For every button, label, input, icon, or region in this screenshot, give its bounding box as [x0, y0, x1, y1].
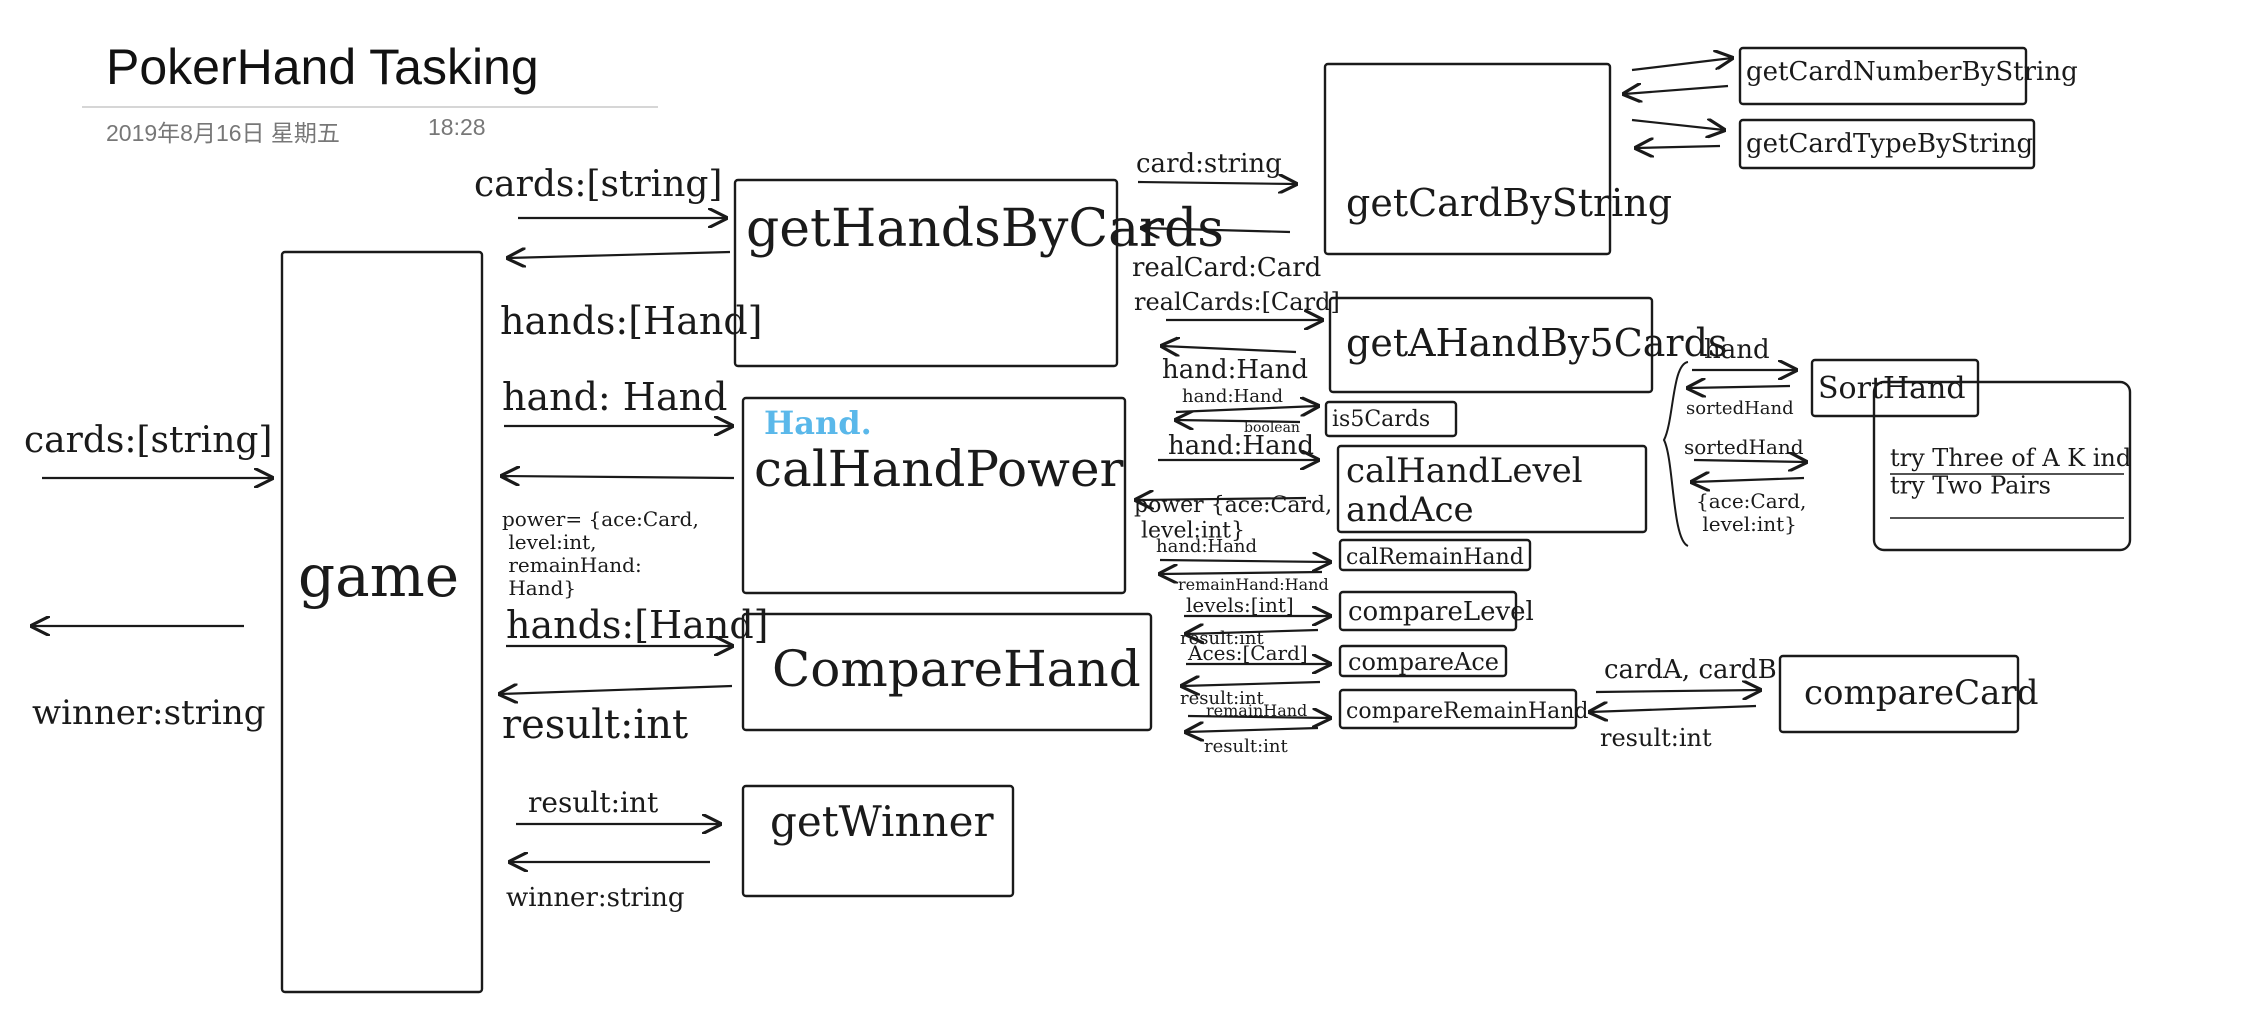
arrow-acelevel-from-try	[1692, 478, 1805, 482]
label-winner-from-gw: winner:string	[506, 883, 685, 913]
text-line: try Two Pairs	[1890, 472, 2051, 500]
arrow-sorted-from-sort	[1688, 386, 1791, 388]
arrow-result-from-ca	[1182, 682, 1321, 686]
arrow-remain-from-crh	[1160, 572, 1323, 574]
label-hands-to-ch: hands:[Hand]	[506, 603, 768, 647]
text-line: try Three of A K ind	[1890, 444, 2131, 472]
hand-annotation: Hand.	[764, 404, 872, 442]
arrow-from-gcnbs	[1624, 86, 1729, 94]
label-winner-out: winner:string	[32, 693, 266, 733]
label-power-from-chp: power= {ace:Card, level:int, remainHand:…	[502, 507, 699, 600]
label-result-to-gw: result:int	[528, 786, 659, 819]
get-winner-label: getWinner	[770, 797, 994, 846]
label-realcards-to-gah: realCards:[Card]	[1134, 288, 1340, 316]
label-aces-to-ca: Aces:[Card]	[1187, 641, 1308, 665]
text-line: level:int}	[1696, 512, 1797, 536]
is-5-cards-label: is5Cards	[1332, 407, 1430, 432]
arrow-to-gcnbs	[1631, 58, 1732, 72]
label-hands-from-ghbc: hands:[Hand]	[500, 299, 762, 343]
arrow-hand-from-gah	[1162, 346, 1297, 352]
note-page: PokerHand Tasking 2019年8月16日 星期五 18:28 g…	[0, 0, 2244, 1028]
get-card-number-by-string-label: getCardNumberByString	[1746, 57, 2078, 87]
label-hand-to-crh: hand:Hand	[1156, 536, 1257, 557]
arrow-power-from-chp	[502, 476, 735, 478]
label-levels-to-cl: levels:[int]	[1186, 593, 1294, 617]
label-acelevel-from-try: {ace:Card, level:int}	[1696, 489, 1806, 536]
label-hand-to-chl: hand:Hand	[1168, 431, 1314, 461]
arrow-cards-to-cc	[1595, 690, 1760, 692]
text-line: andAce	[1346, 490, 1474, 530]
get-card-by-string-label: getCardByString	[1346, 181, 1672, 225]
get-hands-by-cards-label: getHandsByCards	[746, 199, 1224, 259]
game-box	[280, 250, 484, 994]
text-line: {ace:Card,	[1696, 489, 1806, 513]
label-remain-from-crh: remainHand:Hand	[1178, 575, 1329, 594]
arrow-result-from-ch	[500, 686, 733, 694]
game-label: game	[298, 542, 459, 610]
label-sorted-from-sort: sortedHand	[1686, 398, 1794, 419]
text-line: power= {ace:Card,	[502, 507, 699, 531]
label-cards-to-ghbc: cards:[string]	[474, 164, 722, 205]
compare-level-label: compareLevel	[1348, 597, 1534, 627]
arrow-card-to-gcbs	[1137, 182, 1296, 184]
label-result-from-cc: result:int	[1600, 724, 1712, 752]
compare-hand-label: CompareHand	[772, 640, 1141, 698]
compare-card-label: compareCard	[1804, 673, 2038, 713]
arrow-hands-from-ghbc	[508, 252, 731, 258]
cal-remain-hand-label: calRemainHand	[1346, 545, 1524, 570]
label-hand-to-is5: hand:Hand	[1182, 386, 1283, 407]
arrow-from-gctbs	[1636, 146, 1721, 148]
label-remain-to-crmh: remainHand	[1206, 701, 1307, 720]
sort-hand-label: SortHand	[1818, 371, 1966, 406]
arrow-sorted-to-try	[1693, 460, 1806, 462]
text-line: remainHand:	[502, 553, 642, 577]
label-cards-to-cc: cardA, cardB	[1604, 655, 1777, 685]
cal-hand-power-label: calHandPower	[754, 440, 1124, 498]
compare-remain-hand-label: compareRemainHand	[1346, 699, 1588, 724]
text-line: calHandLevel	[1346, 451, 1583, 491]
try-hands-label: try Three of A K ind try Two Pairs	[1890, 444, 2131, 500]
arrow-result-from-cc	[1590, 706, 1757, 712]
compare-ace-label: compareAce	[1348, 648, 1499, 676]
get-card-by-string-box	[1323, 62, 1612, 256]
text-line: Hand}	[502, 576, 576, 600]
label-result-from-ch: result:int	[502, 702, 688, 748]
label-hand-to-chp: hand: Hand	[502, 375, 727, 419]
text-line: level:int,	[502, 530, 597, 554]
label-realcard-from-gcbs: realCard:Card	[1132, 253, 1321, 283]
get-card-type-by-string-label: getCardTypeByString	[1746, 129, 2033, 159]
arrow-hand-to-crh	[1159, 560, 1330, 562]
label-card-to-gcbs: card:string	[1136, 149, 1282, 179]
label-sorted-to-try: sortedHand	[1684, 435, 1804, 459]
arrow-to-gctbs	[1631, 120, 1724, 130]
get-a-hand-by-5-cards-label: getAHandBy5Cards	[1346, 321, 1727, 365]
label-hand-to-sort: hand	[1704, 335, 1770, 365]
label-hand-from-gah: hand:Hand	[1162, 355, 1308, 385]
text-line: power {ace:Card,	[1134, 493, 1332, 518]
label-cards-in: cards:[string]	[24, 420, 272, 461]
whiteboard-sketch: game getHandsByCards calHandPower Compar…	[24, 46, 2131, 994]
label-result-from-crmh: result:int	[1204, 736, 1288, 757]
cal-hand-level-and-ace-label: calHandLevel andAce	[1346, 451, 1583, 530]
arrow-result-from-crmh	[1186, 728, 1319, 732]
